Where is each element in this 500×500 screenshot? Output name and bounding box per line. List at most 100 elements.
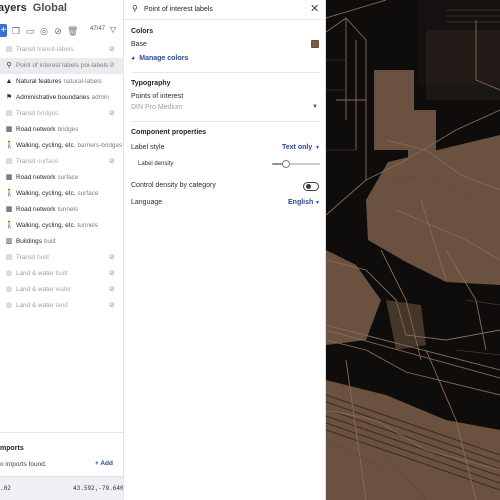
eye-off-icon[interactable]: ⊘ [53, 26, 63, 36]
layer-name: Road network bridges [16, 122, 78, 138]
layer-row[interactable]: ▤ Transit built ⊘ [0, 250, 123, 266]
layer-source: poi-labels [80, 62, 109, 69]
layer-row[interactable]: ▤ Transit surface ⊘ [0, 154, 123, 170]
eye-off-icon[interactable]: ⊘ [109, 298, 115, 314]
road-icon: ▦ [5, 126, 13, 133]
walking-icon: 🚶 [5, 190, 14, 197]
layer-source: natural-labels [63, 78, 102, 85]
layer-source: land [55, 302, 68, 309]
divider [131, 121, 319, 122]
layer-title: Road network [16, 174, 56, 181]
layer-source: tunnels [57, 206, 79, 213]
land-block [408, 110, 436, 160]
label-density-slider[interactable] [272, 160, 320, 168]
label-style-value: Text only [282, 144, 313, 151]
layer-row[interactable]: 🚶 Walking, cycling, etc. tunnels [0, 218, 123, 234]
layer-name: Walking, cycling, etc. surface [16, 186, 98, 202]
layer-name: Administrative boundaries admin [16, 90, 109, 106]
base-color-swatch[interactable] [311, 40, 319, 48]
poi-font-label: Points of interest [131, 93, 184, 100]
coordinates-readout: 43.592,-79.640 [73, 485, 124, 492]
map-canvas[interactable] [326, 0, 500, 500]
transit-icon: ▤ [5, 254, 13, 261]
layer-row[interactable]: ▦ Road network bridges [0, 122, 123, 138]
layer-row[interactable]: 🚶 Walking, cycling, etc. barriers-bridges [0, 138, 123, 154]
copy-icon[interactable]: ❐ [11, 26, 21, 36]
layer-list: ▤ Transit transit-labels ⊘ ⚲ Point of interes… [0, 42, 123, 314]
layer-row[interactable]: ⚑ Administrative boundaries admin [0, 90, 123, 106]
globe-icon: ◍ [5, 286, 13, 293]
eye-off-icon[interactable]: ⊘ [109, 250, 115, 266]
layer-row[interactable]: ▥ Buildings built [0, 234, 123, 250]
layer-title: Buildings [16, 238, 42, 245]
chevron-down-icon: ▼ [312, 104, 318, 110]
toggle-knob [306, 184, 311, 189]
eye-off-icon[interactable]: ⊘ [109, 282, 115, 298]
layer-row[interactable]: ▤ Transit transit-labels ⊘ [0, 42, 123, 58]
transit-icon: ▤ [5, 158, 13, 165]
layer-row[interactable]: ◍ Land & water built ⊘ [0, 266, 123, 282]
globe-icon[interactable]: ◎ [39, 26, 49, 36]
tab-global[interactable]: Global [33, 2, 67, 20]
language-label: Language [131, 199, 163, 206]
layer-title: Walking, cycling, etc. [16, 222, 76, 229]
chevron-down-icon: ▼ [315, 145, 320, 151]
layer-name: Natural features natural-labels [16, 74, 102, 90]
layer-title: Transit [16, 46, 36, 53]
eye-off-icon[interactable]: ⊘ [109, 42, 115, 58]
land-block [326, 250, 381, 345]
eye-off-icon[interactable]: ⊘ [109, 106, 115, 122]
layer-source: bridges [57, 126, 79, 133]
layer-name: Land & water land [16, 298, 68, 314]
layer-name: Land & water water [16, 282, 71, 298]
layer-row[interactable]: ◍ Land & water land ⊘ [0, 298, 123, 314]
tab-layers[interactable]: ayers [0, 2, 27, 20]
manage-colors-button[interactable]: ◕ Manage colors [131, 55, 188, 62]
component-properties-heading: Component properties [131, 129, 207, 136]
land-block [426, 30, 500, 100]
eye-off-icon[interactable]: ⊘ [109, 154, 115, 170]
layer-row[interactable]: ▲ Natural features natural-labels [0, 74, 123, 90]
layer-name: Walking, cycling, etc. barriers-bridges [16, 138, 122, 154]
properties-title: Point of interest labels [144, 6, 213, 13]
road-icon: ▦ [5, 174, 13, 181]
layers-panel: ayers Global + ❐ ▭ ◎ ⊘ 🗑 47/47 ▽ ▤ Transi… [0, 0, 124, 500]
poi-font-select[interactable]: DIN Pro Medium ▼ [131, 104, 321, 111]
layer-title: Transit [16, 158, 36, 165]
layer-source: tunnels [77, 222, 99, 229]
layer-title: Road network [16, 126, 56, 133]
layer-row[interactable]: ▦ Road network surface [0, 170, 123, 186]
status-bar: .02 43.592,-79.640 [0, 476, 124, 500]
folder-icon[interactable]: ▭ [25, 26, 35, 36]
layer-title: Point of interest labels [16, 62, 79, 69]
divider [131, 72, 319, 73]
filter-icon[interactable]: ▽ [110, 25, 116, 34]
eye-off-icon[interactable]: ⊘ [109, 58, 115, 74]
layer-row[interactable]: ▦ Road network tunnels [0, 202, 123, 218]
layer-row[interactable]: ◍ Land & water water ⊘ [0, 282, 123, 298]
close-icon[interactable]: ✕ [310, 2, 319, 15]
layer-name: Road network surface [16, 170, 78, 186]
land-block [326, 380, 500, 500]
add-layer-button[interactable]: + [0, 24, 7, 37]
layer-row[interactable]: ⚲ Point of interest labels poi-labels ⊘ [0, 58, 123, 74]
globe-icon: ◍ [5, 302, 13, 309]
layer-row[interactable]: 🚶 Walking, cycling, etc. surface [0, 186, 123, 202]
walking-icon: 🚶 [5, 142, 14, 149]
transit-icon: ▤ [5, 110, 13, 117]
globe-icon: ◍ [5, 270, 13, 277]
imports-section: mports o imports found. + Add [0, 432, 123, 476]
trash-icon[interactable]: 🗑 [67, 26, 78, 36]
eye-off-icon[interactable]: ⊘ [109, 266, 115, 282]
layer-source: built [43, 238, 56, 245]
control-density-toggle[interactable] [303, 182, 319, 191]
road-icon: ▦ [5, 206, 13, 213]
layer-row[interactable]: ▤ Transit bridges ⊘ [0, 106, 123, 122]
add-import-button[interactable]: + Add [95, 460, 113, 467]
chevron-down-icon: ▼ [315, 200, 320, 206]
mountain-icon: ▲ [5, 78, 13, 85]
layer-source: surface [37, 158, 59, 165]
layer-source: transit-labels [37, 46, 74, 53]
slider-thumb[interactable] [282, 160, 291, 168]
layer-source: barriers-bridges [77, 142, 123, 149]
